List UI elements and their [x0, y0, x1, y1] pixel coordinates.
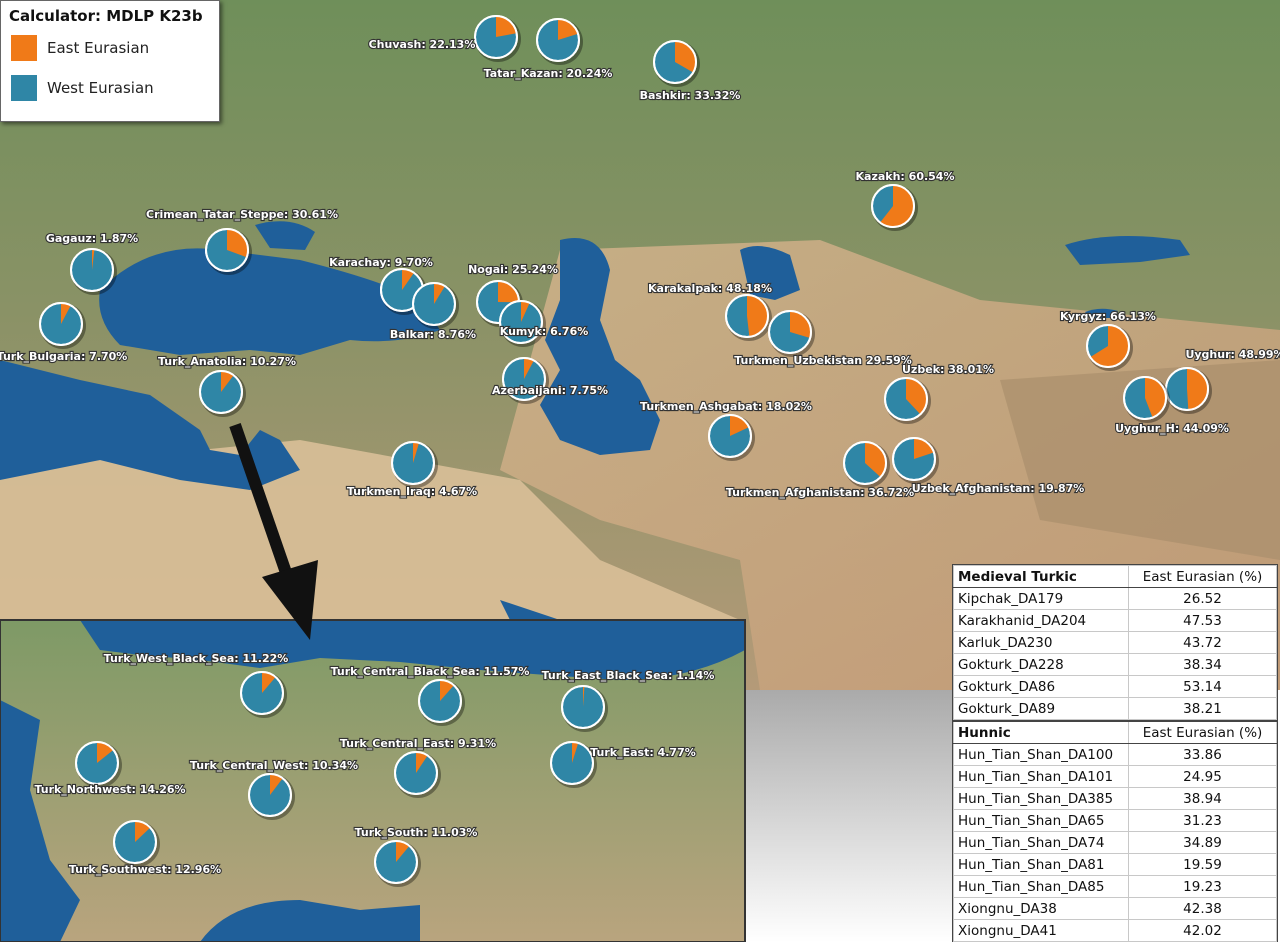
- pie-label-turk-east-black-sea: Turk_East_Black_Sea: 1.14%: [542, 669, 715, 682]
- pie-label-kazakh: Kazakh: 60.54%: [856, 170, 955, 183]
- table-row: Gokturk_DA89 38.21: [953, 697, 1277, 720]
- pie-label-turk-anatolia: Turk_Anatolia: 10.27%: [158, 355, 296, 368]
- legend-title: Calculator: MDLP K23b: [9, 7, 203, 25]
- table-row: Hun_Tian_Shan_DA74 34.89: [953, 831, 1277, 854]
- pie-label-turk-west-black-sea: Turk_West_Black_Sea: 11.22%: [104, 652, 289, 665]
- east-eurasian-value: 53.14: [1128, 675, 1277, 698]
- table-row: Hun_Tian_Shan_DA65 31.23: [953, 809, 1277, 832]
- sample-name: Gokturk_DA228: [953, 653, 1129, 676]
- table-title: Medieval Turkic: [953, 565, 1129, 588]
- column-header: East Eurasian (%): [1128, 565, 1277, 588]
- legend-label-west: West Eurasian: [47, 79, 154, 97]
- east-eurasian-value: 43.72: [1128, 631, 1277, 654]
- hunnic-table: Hunnic East Eurasian (%) Hun_Tian_Shan_DA1…: [953, 720, 1277, 942]
- medieval-turkic-table: Medieval Turkic East Eurasian (%) Kipchak_…: [953, 565, 1277, 720]
- table-row: Xiongnu_DA38 42.38: [953, 897, 1277, 920]
- inset-backdrop: [745, 690, 953, 942]
- table-row: Karakhanid_DA204 47.53: [953, 609, 1277, 632]
- sample-name: Gokturk_DA86: [953, 675, 1129, 698]
- sample-name: Hun_Tian_Shan_DA65: [953, 809, 1129, 832]
- sample-name: Hun_Tian_Shan_DA85: [953, 875, 1129, 898]
- east-eurasian-value: 42.02: [1128, 919, 1277, 942]
- sample-name: Kipchak_DA179: [953, 587, 1129, 610]
- sample-name: Hun_Tian_Shan_DA74: [953, 831, 1129, 854]
- sample-name: Gokturk_DA89: [953, 697, 1129, 720]
- pie-label-turkmen-afghanistan: Turkmen_Afghanistan: 36.72%: [726, 486, 914, 499]
- legend-item-west: West Eurasian: [11, 75, 154, 101]
- pie-label-turk-central-west: Turk_Central_West: 10.34%: [190, 759, 358, 772]
- pie-label-karachay: Karachay: 9.70%: [329, 256, 433, 269]
- pie-label-nogai: Nogai: 25.24%: [468, 263, 558, 276]
- east-eurasian-value: 38.21: [1128, 697, 1277, 720]
- pie-label-turk-central-east: Turk_Central_East: 9.31%: [340, 737, 496, 750]
- east-eurasian-value: 34.89: [1128, 831, 1277, 854]
- east-eurasian-value: 19.23: [1128, 875, 1277, 898]
- pie-label-bashkir: Bashkir: 33.32%: [640, 89, 741, 102]
- pie-label-tatar-kazan: Tatar_Kazan: 20.24%: [484, 67, 613, 80]
- table-row: Gokturk_DA86 53.14: [953, 675, 1277, 698]
- west-eurasian-swatch: [11, 75, 37, 101]
- legend-item-east: East Eurasian: [11, 35, 149, 61]
- sample-name: Xiongnu_DA38: [953, 897, 1129, 920]
- table-row: Hun_Tian_Shan_DA85 19.23: [953, 875, 1277, 898]
- pie-label-kyrgyz: Kyrgyz: 66.13%: [1060, 310, 1156, 323]
- pie-label-crimean-tatar-steppe: Crimean_Tatar_Steppe: 30.61%: [146, 208, 338, 221]
- sample-name: Karluk_DA230: [953, 631, 1129, 654]
- sample-name: Karakhanid_DA204: [953, 609, 1129, 632]
- legend-panel: Calculator: MDLP K23b East Eurasian West…: [0, 0, 220, 122]
- table-title: Hunnic: [953, 720, 1129, 744]
- table-row: Xiongnu_DA41 42.02: [953, 919, 1277, 942]
- pie-label-uyghur: Uyghur: 48.99%: [1185, 348, 1280, 361]
- pie-label-turk-bulgaria: Turk_Bulgaria: 7.70%: [0, 350, 127, 363]
- pie-label-chuvash: Chuvash: 22.13%: [369, 38, 476, 51]
- sample-name: Hun_Tian_Shan_DA100: [953, 743, 1129, 766]
- east-eurasian-value: 42.38: [1128, 897, 1277, 920]
- table-row: Hun_Tian_Shan_DA100 33.86: [953, 743, 1277, 766]
- east-eurasian-swatch: [11, 35, 37, 61]
- east-eurasian-value: 19.59: [1128, 853, 1277, 876]
- pie-label-turkmen-ashgabat: Turkmen_Ashgabat: 18.02%: [640, 400, 812, 413]
- pie-label-turk-east: Turk_East: 4.77%: [590, 746, 696, 759]
- sample-name: Hun_Tian_Shan_DA385: [953, 787, 1129, 810]
- table-row: Hun_Tian_Shan_DA101 24.95: [953, 765, 1277, 788]
- pie-label-turk-south: Turk_South: 11.03%: [355, 826, 478, 839]
- east-eurasian-value: 24.95: [1128, 765, 1277, 788]
- pie-label-turk-northwest: Turk_Northwest: 14.26%: [34, 783, 185, 796]
- pie-label-turk-central-black-sea: Turk_Central_Black_Sea: 11.57%: [331, 665, 530, 678]
- east-eurasian-value: 33.86: [1128, 743, 1277, 766]
- pie-label-balkar: Balkar: 8.76%: [390, 328, 476, 341]
- pie-label-gagauz: Gagauz: 1.87%: [46, 232, 138, 245]
- table-header-row: Medieval Turkic East Eurasian (%): [953, 565, 1277, 588]
- pie-label-turkmen-uzbekistan-29-59-: Turkmen_Uzbekistan 29.59%: [734, 354, 912, 367]
- east-eurasian-value: 38.94: [1128, 787, 1277, 810]
- pie-label-karakalpak: Karakalpak: 48.18%: [648, 282, 772, 295]
- pie-label-turkmen-iraq: Turkmen_Iraq: 4.67%: [347, 485, 477, 498]
- pie-label-turk-southwest: Turk_Southwest: 12.96%: [69, 863, 221, 876]
- pie-label-uyghur-h: Uyghur_H: 44.09%: [1115, 422, 1229, 435]
- sample-name: Xiongnu_DA41: [953, 919, 1129, 942]
- sample-name: Hun_Tian_Shan_DA101: [953, 765, 1129, 788]
- pie-label-azerbaijani: Azerbaijani: 7.75%: [492, 384, 608, 397]
- pie-label-kumyk: Kumyk: 6.76%: [500, 325, 589, 338]
- table-row: Kipchak_DA179 26.52: [953, 587, 1277, 610]
- table-header-row: Hunnic East Eurasian (%): [953, 720, 1277, 744]
- east-eurasian-value: 38.34: [1128, 653, 1277, 676]
- pie-label-uzbek-afghanistan: Uzbek_Afghanistan: 19.87%: [912, 482, 1085, 495]
- east-eurasian-value: 47.53: [1128, 609, 1277, 632]
- east-eurasian-value: 26.52: [1128, 587, 1277, 610]
- table-row: Hun_Tian_Shan_DA81 19.59: [953, 853, 1277, 876]
- sample-name: Hun_Tian_Shan_DA81: [953, 853, 1129, 876]
- table-row: Karluk_DA230 43.72: [953, 631, 1277, 654]
- pie-label-uzbek: Uzbek: 38.01%: [902, 363, 994, 376]
- east-eurasian-value: 31.23: [1128, 809, 1277, 832]
- table-row: Hun_Tian_Shan_DA385 38.94: [953, 787, 1277, 810]
- column-header: East Eurasian (%): [1128, 720, 1277, 744]
- legend-label-east: East Eurasian: [47, 39, 150, 57]
- table-row: Gokturk_DA228 38.34: [953, 653, 1277, 676]
- data-tables-panel: Medieval Turkic East Eurasian (%) Kipchak_…: [952, 564, 1278, 942]
